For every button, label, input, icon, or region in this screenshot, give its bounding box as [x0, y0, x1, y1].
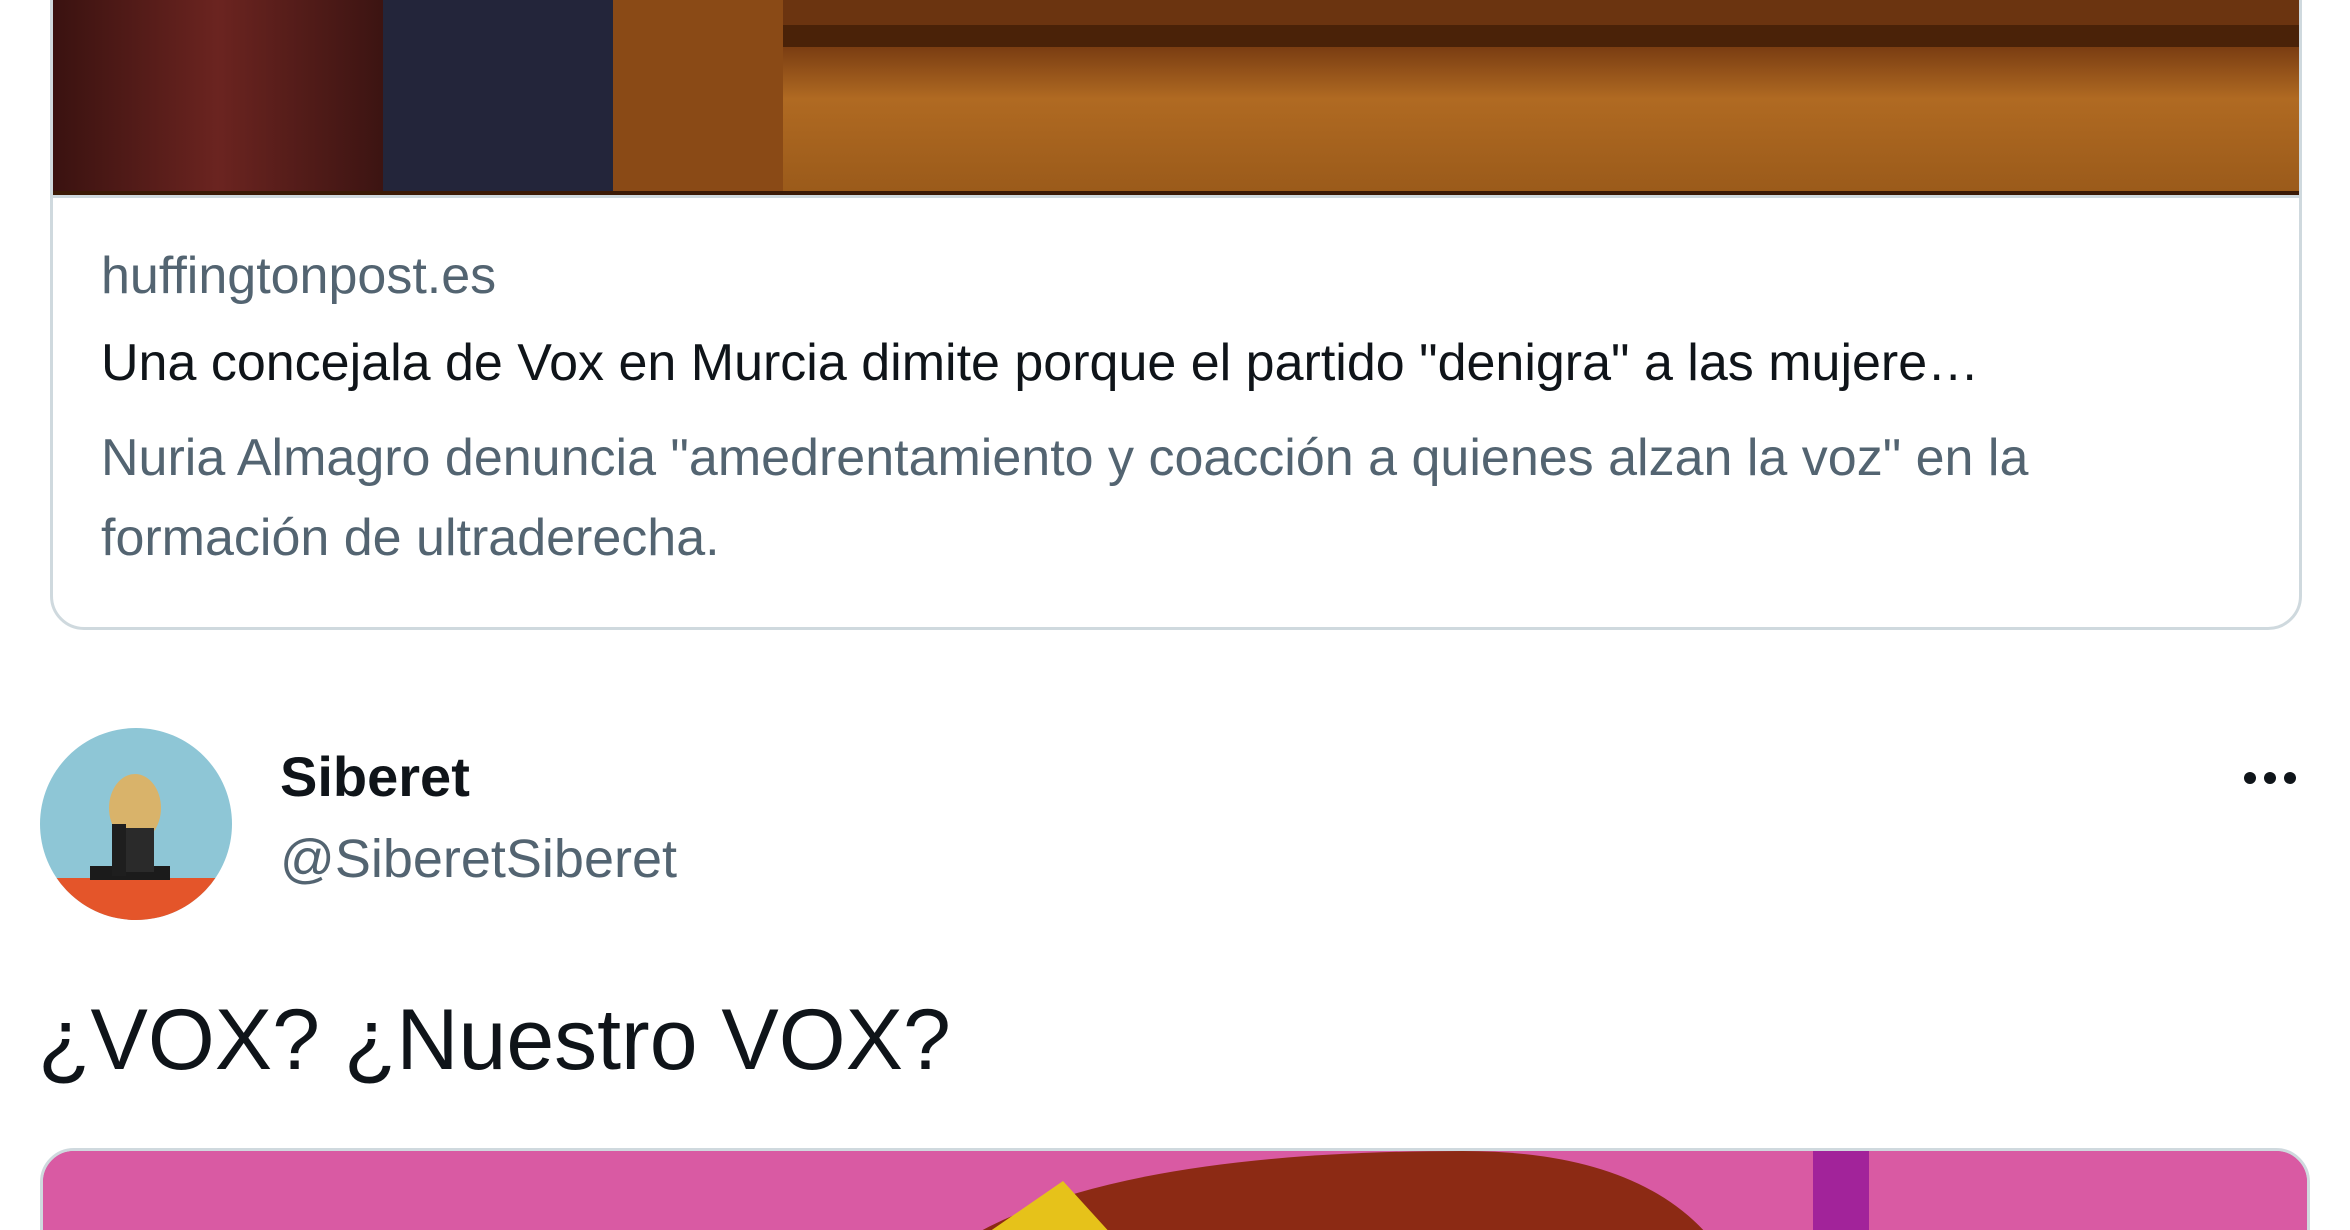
tweet-text: ¿VOX? ¿Nuestro VOX? [38, 992, 951, 1088]
tweet-media-image[interactable] [40, 1148, 2310, 1230]
card-domain: huffingtonpost.es [101, 247, 497, 305]
ellipsis-icon[interactable] [2230, 748, 2310, 808]
link-preview-card[interactable]: huffingtonpost.es Una concejala de Vox e… [50, 0, 2302, 630]
author-handle[interactable]: @SiberetSiberet [280, 826, 677, 892]
more-dot [2264, 772, 2276, 784]
author-name[interactable]: Siberet [280, 744, 470, 810]
card-thumbnail-image [53, 0, 2299, 195]
avatar[interactable] [40, 728, 232, 920]
card-body: huffingtonpost.es Una concejala de Vox e… [53, 195, 2299, 627]
card-description: Nuria Almagro denuncia "amedrentamiento … [101, 429, 2029, 567]
more-dot [2284, 772, 2296, 784]
more-dot [2244, 772, 2256, 784]
card-title: Una concejala de Vox en Murcia dimite po… [101, 334, 1980, 392]
